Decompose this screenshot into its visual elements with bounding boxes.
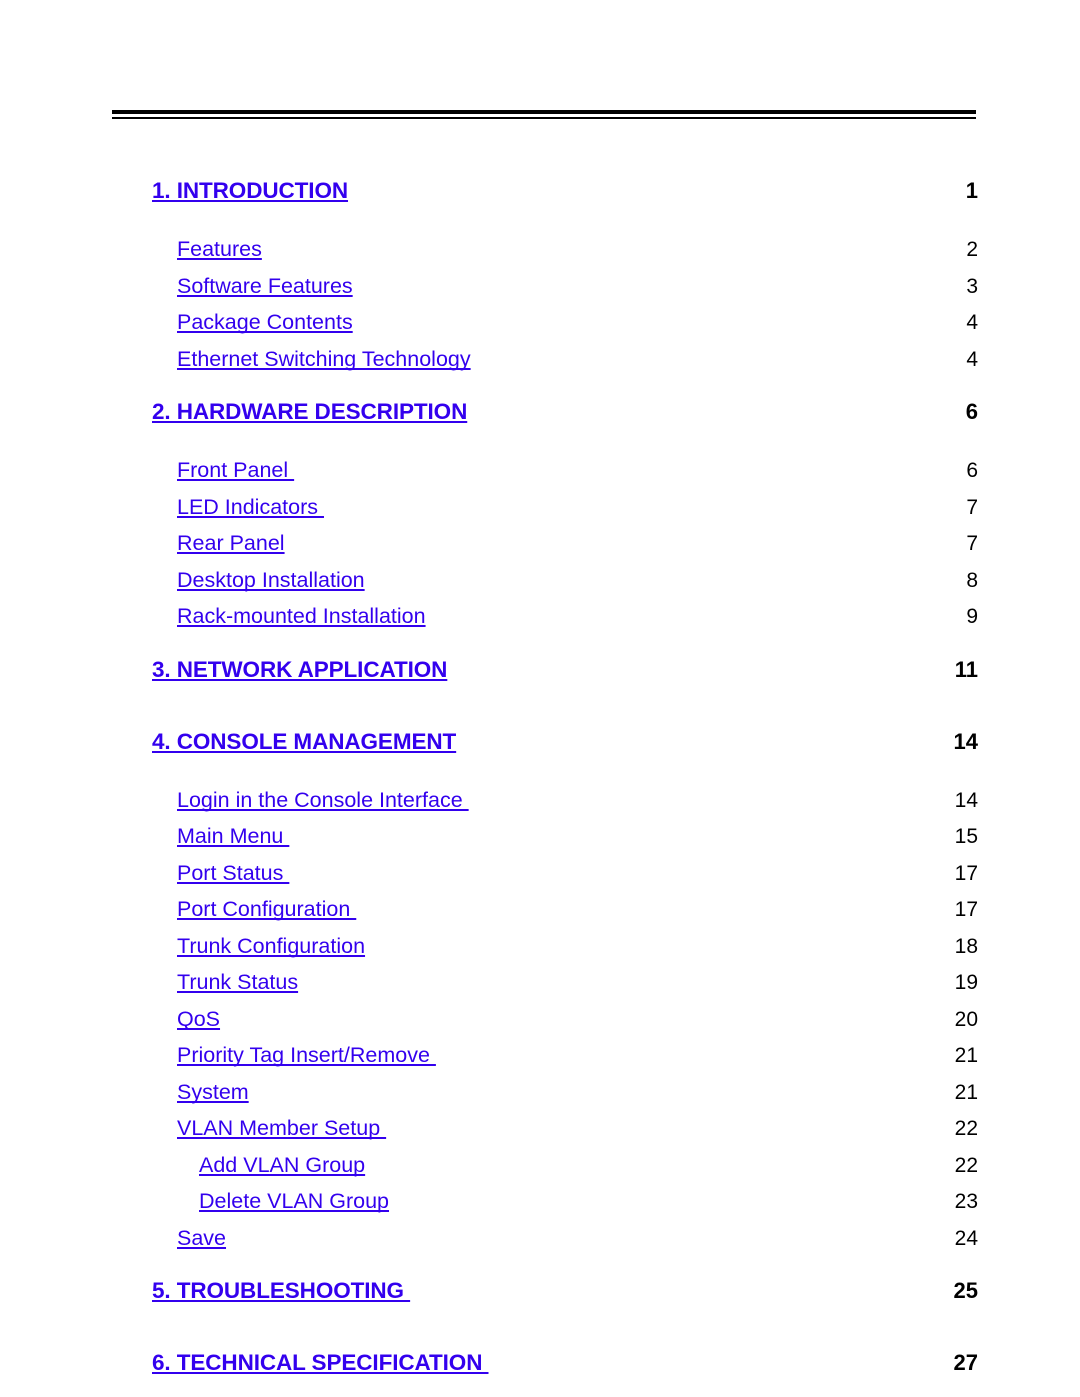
toc-entry-label[interactable]: Rack-mounted Installation [177,604,426,629]
toc-entry-label[interactable]: Trunk Configuration [177,934,365,959]
header-rule-thick-line [112,110,976,114]
toc-entry-page-number: 18 [954,934,978,958]
toc-entry-page-number: 9 [966,605,978,628]
toc-entry-label[interactable]: Software Features [177,274,353,299]
toc-entry[interactable]: Software Features.......................… [177,274,978,311]
toc-entry-page-number: 4 [966,311,978,334]
toc-entry-page-number: 2 [966,238,978,261]
toc-entry-page-number: 27 [953,1350,978,1375]
toc-entry[interactable]: Trunk Configuration.....................… [177,934,978,971]
toc-entry-page-number: 7 [966,495,978,519]
toc-entry-label[interactable]: Desktop Installation [177,568,365,593]
toc-entry-page-number: 21 [954,1080,978,1104]
toc-entry[interactable]: Front Panel ............................… [177,458,978,495]
toc-entry-page-number: 14 [954,788,978,812]
toc-entry-page-number: 23 [954,1190,978,1213]
toc-entry-label[interactable]: VLAN Member Setup [177,1116,386,1141]
toc-entry[interactable]: Features................................… [177,237,978,274]
toc-entry-label[interactable]: 2. HARDWARE DESCRIPTION [152,399,467,425]
toc-entry-page-number: 1 [965,178,978,203]
toc-entry[interactable]: Login in the Console Interface .........… [177,788,978,825]
toc-entry-label[interactable]: Add VLAN Group [199,1153,365,1178]
toc-entry-page-number: 24 [954,1226,978,1250]
toc-entry-label[interactable]: 4. CONSOLE MANAGEMENT [152,729,456,755]
toc-entry[interactable]: Main Menu ..............................… [177,824,978,861]
toc-entry[interactable]: Trunk Status............................… [177,970,978,1007]
toc-entry-page-number: 20 [954,1007,978,1031]
toc-entry-page-number: 22 [954,1153,978,1177]
toc-entry-label[interactable]: Package Contents [177,310,353,335]
toc-entry[interactable]: Rear Panel..............................… [177,531,978,568]
document-page: 1. INTRODUCTION.........................… [0,0,1080,1397]
toc-entry-page-number: 17 [954,861,978,885]
toc-entry-label[interactable]: QoS [177,1007,220,1032]
toc-entry-label[interactable]: Main Menu [177,824,289,849]
toc-entry-page-number: 4 [966,347,978,371]
toc-entry-label[interactable]: 5. TROUBLESHOOTING [152,1278,410,1304]
toc-entry[interactable]: VLAN Member Setup ......................… [177,1116,978,1153]
toc-entry-page-number: 21 [954,1044,978,1067]
toc-entry-page-number: 14 [953,728,978,754]
toc-entry-page-number: 19 [954,971,978,994]
toc-entry-label[interactable]: Port Status [177,861,289,886]
toc-entry-label[interactable]: LED Indicators [177,495,324,520]
toc-entry-label[interactable]: Features [177,237,262,262]
toc-entry-page-number: 6 [965,399,978,424]
toc-entry-label[interactable]: 3. NETWORK APPLICATION [152,657,447,683]
toc-entry[interactable]: QoS.....................................… [177,1007,978,1044]
table-of-contents-list: 1. INTRODUCTION.........................… [0,178,1080,1397]
toc-entry[interactable]: Port Configuration .....................… [177,897,978,934]
toc-entry-page-number: 15 [954,825,978,848]
toc-entry-label[interactable]: Front Panel [177,458,294,483]
toc-entry[interactable]: Ethernet Switching Technology...........… [177,347,978,384]
toc-entry[interactable]: 3. NETWORK APPLICATION..................… [152,657,978,706]
toc-entry[interactable]: 6. TECHNICAL SPECIFICATION .............… [152,1350,978,1397]
toc-entry-label[interactable]: Login in the Console Interface [177,788,469,813]
toc-entry-label[interactable]: Rear Panel [177,531,285,556]
toc-entry[interactable]: 4. CONSOLE MANAGEMENT...................… [152,729,978,778]
toc-entry[interactable]: 5. TROUBLESHOOTING .....................… [152,1278,978,1327]
toc-entry-label[interactable]: Priority Tag Insert/Remove [177,1043,436,1068]
toc-entry-label[interactable]: Delete VLAN Group [199,1189,389,1214]
toc-entry[interactable]: System..................................… [177,1080,978,1117]
toc-entry-page-number: 22 [954,1117,978,1140]
toc-entry[interactable]: Package Contents........................… [177,310,978,347]
toc-entry-page-number: 8 [966,568,978,592]
header-double-rule [112,110,976,119]
toc-entry-label[interactable]: Ethernet Switching Technology [177,347,471,372]
header-rule-thin-line [112,117,976,119]
toc-entry-page-number: 11 [954,656,978,682]
toc-entry-page-number: 7 [966,532,978,555]
toc-entry[interactable]: Delete VLAN Group.......................… [199,1189,978,1226]
toc-entry-label[interactable]: Save [177,1226,226,1251]
toc-entry-label[interactable]: 6. TECHNICAL SPECIFICATION [152,1350,489,1376]
toc-entry-page-number: 25 [953,1278,978,1303]
toc-entry-page-number: 3 [966,274,978,298]
toc-entry[interactable]: 2. HARDWARE DESCRIPTION.................… [152,399,978,448]
toc-entry[interactable]: Priority Tag Insert/Remove .............… [177,1043,978,1080]
toc-entry[interactable]: Rack-mounted Installation...............… [177,604,978,641]
toc-entry-page-number: 6 [966,459,978,482]
toc-entry[interactable]: LED Indicators .........................… [177,495,978,532]
toc-entry[interactable]: Save....................................… [177,1226,978,1263]
toc-entry-page-number: 17 [954,898,978,921]
toc-entry[interactable]: Port Status ............................… [177,861,978,898]
toc-entry-label[interactable]: Trunk Status [177,970,298,995]
toc-entry-label[interactable]: 1. INTRODUCTION [152,178,348,204]
toc-entry-label[interactable]: Port Configuration [177,897,356,922]
toc-entry[interactable]: 1. INTRODUCTION.........................… [152,178,978,227]
toc-entry[interactable]: Desktop Installation....................… [177,568,978,605]
toc-entry-label[interactable]: System [177,1080,249,1105]
toc-entry[interactable]: Add VLAN Group..........................… [199,1153,978,1190]
